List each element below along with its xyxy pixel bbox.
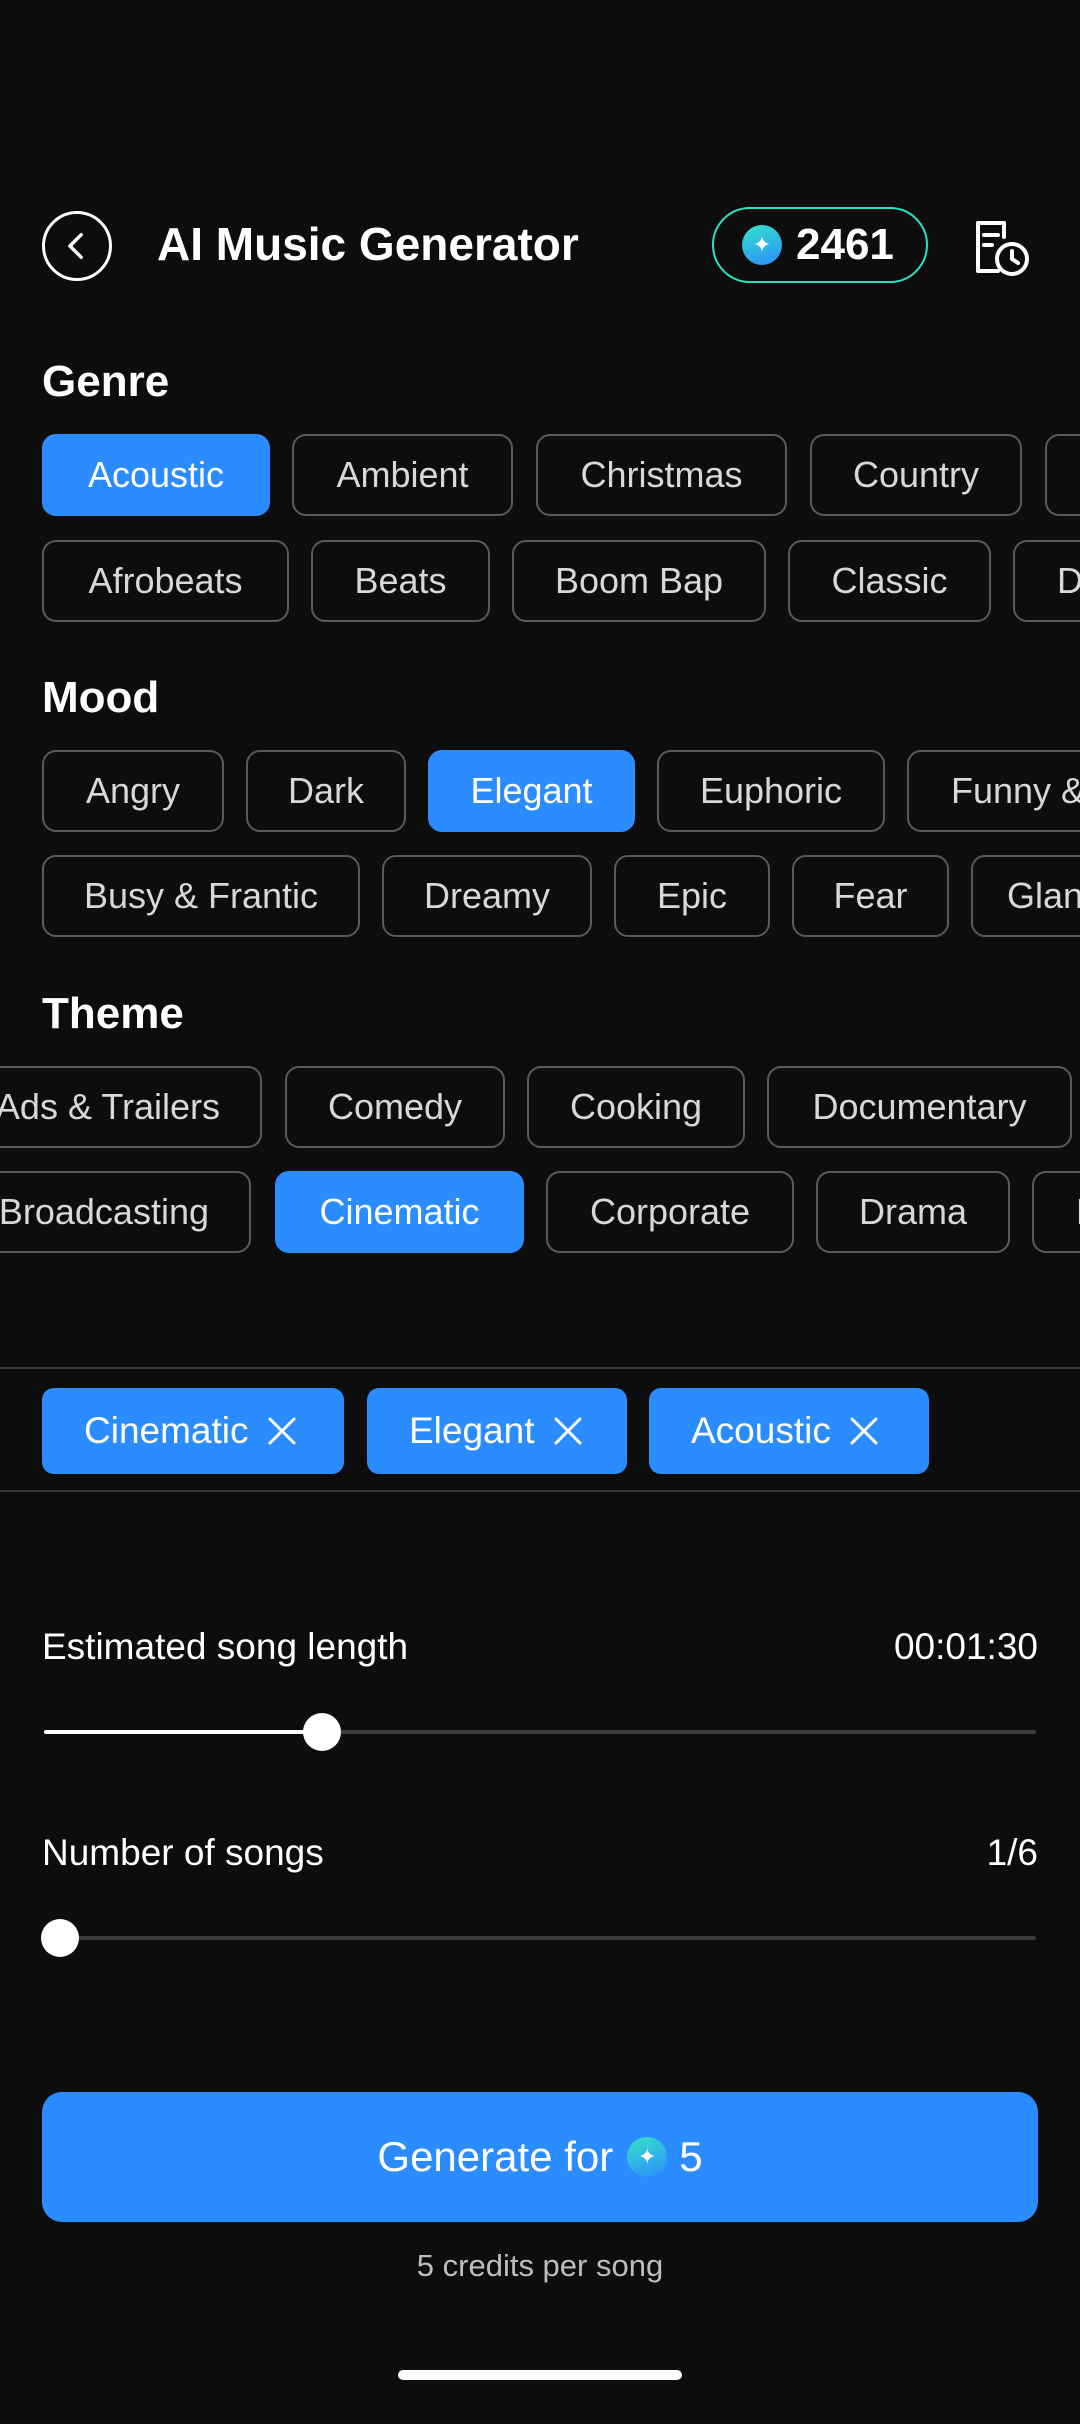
slider-thumb[interactable]	[41, 1919, 79, 1957]
tag-label: Acoustic	[691, 1410, 831, 1451]
theme-chip-partial[interactable]: F	[1032, 1171, 1080, 1253]
theme-chip-cooking[interactable]: Cooking	[527, 1066, 745, 1148]
genre-row-2: Afrobeats Beats Boom Bap Classic D	[0, 540, 1080, 622]
mood-chip-funny[interactable]: Funny &	[907, 750, 1080, 832]
mood-chip-euphoric[interactable]: Euphoric	[657, 750, 885, 832]
song-length-value: 00:01:30	[893, 1626, 1038, 1667]
credit-gem-icon	[627, 2137, 668, 2177]
theme-chip-ads-trailers[interactable]: Ads & Trailers	[0, 1066, 262, 1148]
mood-chip-elegant[interactable]: Elegant	[428, 750, 635, 832]
home-indicator[interactable]	[398, 2370, 682, 2380]
tag-label: Elegant	[409, 1410, 535, 1451]
genre-chip-country[interactable]: Country	[810, 434, 1022, 516]
theme-row-2: Broadcasting Cinematic Corporate Drama F	[0, 1171, 1080, 1253]
back-button[interactable]	[42, 211, 112, 281]
mood-title: Mood	[42, 673, 160, 722]
theme-chip-corporate[interactable]: Corporate	[546, 1171, 794, 1253]
slider-fill	[44, 1730, 322, 1734]
genre-chip-beats[interactable]: Beats	[311, 540, 490, 622]
close-icon[interactable]	[849, 1416, 879, 1446]
genre-chip-dance[interactable]	[1045, 434, 1080, 516]
theme-row-1: Ads & Trailers Comedy Cooking Documentar…	[0, 1066, 1080, 1148]
mood-row-1: Angry Dark Elegant Euphoric Funny &	[0, 750, 1080, 832]
theme-chip-comedy[interactable]: Comedy	[285, 1066, 505, 1148]
tag-label: Cinematic	[84, 1410, 249, 1451]
genre-chip-boom-bap[interactable]: Boom Bap	[512, 540, 766, 622]
credits-per-song-note: 5 credits per song	[416, 2248, 664, 2283]
song-length-slider[interactable]	[44, 1713, 1036, 1751]
close-icon[interactable]	[267, 1416, 297, 1446]
song-count-label: Number of songs	[42, 1832, 324, 1873]
mood-chip-fear[interactable]: Fear	[792, 855, 949, 937]
header: AI Music Generator 2461	[0, 195, 1080, 295]
mood-chip-dreamy[interactable]: Dreamy	[382, 855, 592, 937]
mood-chip-epic[interactable]: Epic	[614, 855, 770, 937]
mood-chip-partial[interactable]: Glan	[971, 855, 1080, 937]
credits-count: 2461	[796, 220, 894, 269]
chevron-left-icon	[68, 232, 83, 260]
genre-chip-classic[interactable]: Classic	[788, 540, 991, 622]
mood-row-2: Busy & Frantic Dreamy Epic Fear Glan	[0, 855, 1080, 937]
credits-balance-button[interactable]: 2461	[712, 207, 928, 283]
theme-chip-documentary[interactable]: Documentary	[767, 1066, 1072, 1148]
selected-tag-elegant[interactable]: Elegant	[367, 1388, 627, 1474]
song-count-slider[interactable]	[41, 1919, 1036, 1957]
selected-tag-cinematic[interactable]: Cinematic	[42, 1388, 344, 1474]
selected-tag-acoustic[interactable]: Acoustic	[649, 1388, 929, 1474]
selected-tags-bar: Cinematic Elegant Acoustic	[0, 1388, 1080, 1474]
page-title: AI Music Generator	[157, 218, 579, 270]
tags-bottom-divider	[0, 1490, 1080, 1492]
mood-chip-dark[interactable]: Dark	[246, 750, 406, 832]
mood-chip-busy-frantic[interactable]: Busy & Frantic	[42, 855, 360, 937]
genre-row-1: Acoustic Ambient Christmas Country	[0, 434, 1080, 516]
theme-chip-cinematic[interactable]: Cinematic	[275, 1171, 524, 1253]
song-count-value: 1/6	[986, 1832, 1038, 1873]
genre-chip-ambient[interactable]: Ambient	[292, 434, 513, 516]
history-clock-icon[interactable]	[968, 215, 1032, 279]
tags-top-divider	[0, 1367, 1080, 1369]
song-length-label: Estimated song length	[42, 1626, 409, 1667]
slider-thumb[interactable]	[302, 1713, 341, 1751]
genre-chip-afrobeats[interactable]: Afrobeats	[42, 540, 289, 622]
genre-title: Genre	[42, 357, 170, 406]
generate-cost: 5	[679, 2133, 703, 2180]
close-icon[interactable]	[553, 1416, 583, 1446]
theme-chip-drama[interactable]: Drama	[816, 1171, 1010, 1253]
genre-chip-acoustic[interactable]: Acoustic	[42, 434, 270, 516]
theme-title: Theme	[42, 989, 184, 1038]
genre-chip-christmas[interactable]: Christmas	[536, 434, 787, 516]
generate-button[interactable]: Generate for 5	[42, 2092, 1038, 2222]
generate-label: Generate for	[377, 2133, 614, 2180]
genre-chip-partial[interactable]: D	[1013, 540, 1080, 622]
mood-chip-angry[interactable]: Angry	[42, 750, 224, 832]
theme-chip-broadcasting[interactable]: Broadcasting	[0, 1171, 251, 1253]
credit-gem-icon	[742, 225, 782, 265]
